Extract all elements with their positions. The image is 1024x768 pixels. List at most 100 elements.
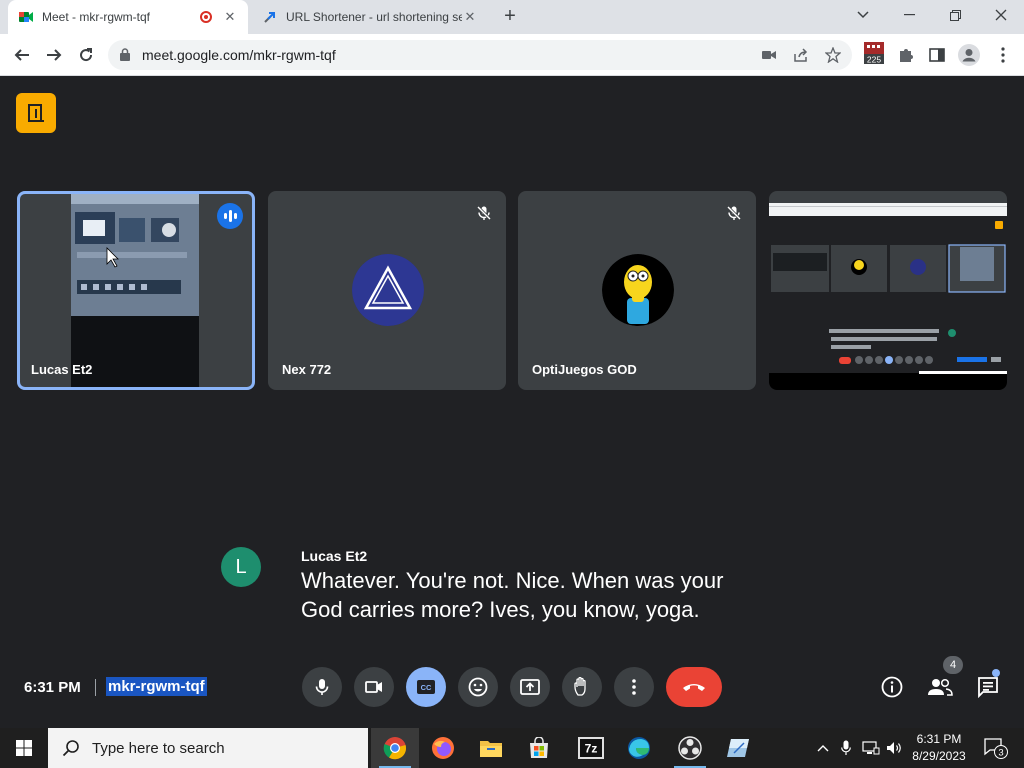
- taskbar-microsoft-store[interactable]: [515, 728, 563, 768]
- svg-text:CC: CC: [421, 683, 432, 692]
- people-icon[interactable]: [927, 674, 953, 700]
- windows-taskbar: Type here to search 7z 6:31 PM 8/29/2023: [0, 728, 1024, 768]
- divider: [95, 679, 96, 696]
- start-button[interactable]: [0, 728, 48, 768]
- reactions-button[interactable]: [458, 667, 498, 707]
- forward-icon[interactable]: [42, 43, 66, 67]
- network-icon[interactable]: [860, 728, 882, 768]
- lock-icon: [120, 48, 130, 61]
- leave-call-button[interactable]: [666, 667, 722, 707]
- chat-notification-dot: [992, 669, 1000, 677]
- new-tab-button[interactable]: +: [498, 5, 522, 29]
- present-button[interactable]: [510, 667, 550, 707]
- taskbar-firefox[interactable]: [419, 728, 467, 768]
- close-tab-icon[interactable]: ✕: [222, 9, 238, 25]
- notification-count: 3: [998, 748, 1003, 759]
- presentation-tile[interactable]: [769, 191, 1007, 390]
- taskbar-edge[interactable]: [615, 728, 663, 768]
- reload-icon[interactable]: [74, 43, 98, 67]
- extensions-puzzle-icon[interactable]: [895, 44, 917, 66]
- participant-name: OptiJuegos GOD: [532, 362, 637, 377]
- taskbar-file-explorer[interactable]: [467, 728, 515, 768]
- participant-tile-nex[interactable]: Nex 772: [268, 191, 506, 390]
- microphone-tray-icon[interactable]: [836, 728, 856, 768]
- emoji-icon: [468, 677, 488, 697]
- windows-logo-icon: [16, 740, 32, 756]
- browser-toolbar: meet.google.com/mkr-rgwm-tqf 225: [0, 34, 1024, 76]
- search-placeholder: Type here to search: [92, 739, 225, 757]
- share-icon[interactable]: [792, 46, 810, 64]
- taskbar-obs[interactable]: [666, 728, 714, 768]
- obs-icon: [678, 736, 702, 760]
- microphone-button[interactable]: [302, 667, 342, 707]
- 7zip-icon: 7z: [578, 737, 604, 759]
- participant-name: Lucas Et2: [31, 362, 93, 377]
- bookmark-star-icon[interactable]: [824, 46, 842, 64]
- search-icon: [62, 740, 79, 757]
- taskbar-snipping-tool[interactable]: [714, 728, 762, 768]
- microphone-icon: [315, 679, 329, 695]
- tab-title: URL Shortener - url shortening se: [286, 10, 462, 24]
- meeting-details-icon[interactable]: [879, 674, 905, 700]
- close-tab-icon[interactable]: ✕: [462, 9, 478, 25]
- firefox-icon: [432, 737, 454, 759]
- store-bag-icon: [530, 737, 548, 758]
- taskbar-7zip[interactable]: 7z: [567, 728, 615, 768]
- closed-captions-icon: CC: [417, 680, 435, 694]
- taskbar-search-box[interactable]: Type here to search: [48, 728, 368, 768]
- taskbar-date: 8/29/2023: [912, 749, 966, 763]
- captions-button[interactable]: CC: [406, 667, 446, 707]
- caption-speaker-name: Lucas Et2: [301, 548, 368, 564]
- browser-tab-strip: Meet - mkr-rgwm-tqf ✕ URL Shortener - ur…: [0, 0, 1024, 34]
- folder-icon: [480, 741, 502, 757]
- more-vert-icon: [632, 679, 636, 695]
- chat-icon[interactable]: [975, 674, 1001, 700]
- participant-avatar: [602, 254, 674, 326]
- raise-hand-icon: [574, 677, 586, 696]
- caption-speaker-avatar: L: [221, 547, 261, 587]
- video-camera-icon: [365, 681, 382, 693]
- taskbar-time: 6:31 PM: [916, 732, 962, 746]
- google-meet-icon: [19, 12, 33, 22]
- people-count-badge: 4: [943, 656, 963, 674]
- participant-tile-optijuegos[interactable]: OptiJuegos GOD: [518, 191, 756, 390]
- taskbar-clock[interactable]: 6:31 PM 8/29/2023: [908, 731, 970, 765]
- extension-badge: 225: [867, 55, 881, 65]
- camera-icon[interactable]: [760, 46, 778, 64]
- close-window-button[interactable]: [978, 0, 1024, 30]
- tab-url-shortener[interactable]: URL Shortener - url shortening se ✕: [252, 0, 488, 34]
- volume-icon[interactable]: [884, 728, 906, 768]
- more-options-icon[interactable]: [992, 44, 1014, 66]
- minimize-button[interactable]: [886, 0, 932, 30]
- camera-button[interactable]: [354, 667, 394, 707]
- tab-search-icon[interactable]: [840, 0, 886, 30]
- mic-off-icon: [726, 205, 742, 221]
- meeting-code[interactable]: mkr-rgwm-tqf: [106, 677, 207, 696]
- participant-name: Nex 772: [282, 362, 332, 377]
- raise-hand-button[interactable]: [562, 667, 602, 707]
- taskbar-chrome[interactable]: [371, 728, 419, 768]
- more-options-button[interactable]: [614, 667, 654, 707]
- chrome-icon: [383, 737, 407, 760]
- meet-logo-icon[interactable]: [16, 93, 56, 133]
- edge-icon: [628, 737, 650, 759]
- end-call-icon: [683, 684, 705, 691]
- speaking-indicator-icon: [217, 203, 243, 229]
- tab-title: Meet - mkr-rgwm-tqf: [42, 10, 150, 24]
- tab-meet[interactable]: Meet - mkr-rgwm-tqf ✕: [8, 0, 248, 34]
- caption-line: God carries more? Ives, you know, yoga.: [301, 597, 700, 622]
- show-hidden-icons[interactable]: [812, 728, 834, 768]
- action-center-icon[interactable]: 3: [980, 728, 1012, 768]
- participant-tile-lucas[interactable]: Lucas Et2: [17, 191, 255, 390]
- link-icon: [264, 12, 275, 23]
- caption-line: Whatever. You're not. Nice. When was you…: [301, 568, 724, 593]
- back-icon[interactable]: [10, 43, 34, 67]
- side-panel-icon[interactable]: [926, 44, 948, 66]
- address-bar[interactable]: meet.google.com/mkr-rgwm-tqf: [108, 40, 852, 70]
- extension-calendar-icon[interactable]: 225: [863, 42, 885, 65]
- profile-avatar-icon[interactable]: [958, 44, 980, 66]
- restore-button[interactable]: [932, 0, 978, 30]
- meeting-clock: 6:31 PM: [24, 679, 81, 696]
- mic-off-icon: [476, 205, 492, 221]
- camera-video-feed: [71, 194, 199, 387]
